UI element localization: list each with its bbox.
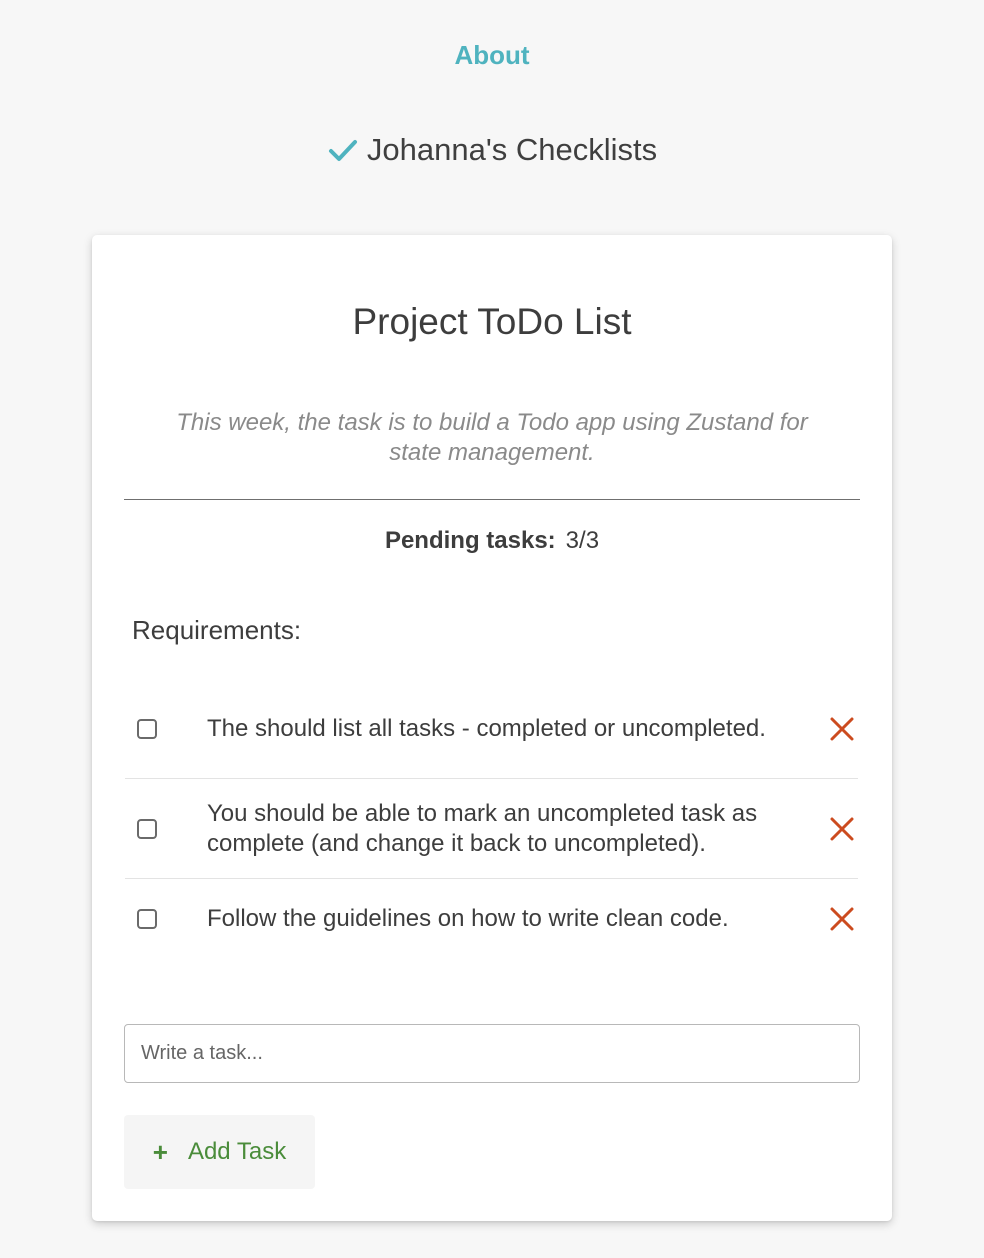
task-item: Follow the guidelines on how to write cl… — [125, 879, 858, 959]
todo-card: Project ToDo List This week, the task is… — [92, 235, 892, 1221]
list-description: This week, the task is to build a Todo a… — [176, 409, 808, 466]
task-input[interactable] — [124, 1024, 860, 1083]
task-item: The should list all tasks - completed or… — [125, 679, 858, 779]
task-list: The should list all tasks - completed or… — [125, 679, 858, 959]
requirements-heading: Requirements: — [132, 615, 302, 645]
add-task-label: Add Task — [187, 1138, 287, 1165]
delete-icon[interactable] — [828, 815, 856, 843]
delete-icon[interactable] — [828, 905, 856, 933]
about-link[interactable]: About — [0, 40, 984, 71]
task-checkbox[interactable] — [137, 718, 157, 739]
delete-icon[interactable] — [828, 715, 856, 743]
divider — [124, 499, 860, 500]
task-text: The should list all tasks - completed or… — [207, 714, 766, 742]
task-text: Follow the guidelines on how to write cl… — [207, 905, 729, 932]
pending-count: 3/3 — [565, 527, 600, 554]
task-item: You should be able to mark an uncomplete… — [125, 779, 858, 879]
task-text: You should be able to mark an uncomplete… — [207, 799, 758, 857]
task-checkbox[interactable] — [137, 909, 157, 929]
plus-icon: + — [152, 1136, 168, 1167]
list-title: Project ToDo List — [352, 301, 632, 342]
app-title-text: Johanna's Checklists — [366, 132, 658, 167]
check-icon — [327, 134, 359, 166]
pending-label: Pending tasks: — [384, 527, 556, 554]
task-checkbox[interactable] — [137, 818, 157, 839]
pending-tasks: Pending tasks: 3/3 — [92, 527, 892, 555]
app-title: Johanna's Checklists — [0, 132, 984, 168]
add-task-button[interactable]: + Add Task — [124, 1115, 315, 1189]
